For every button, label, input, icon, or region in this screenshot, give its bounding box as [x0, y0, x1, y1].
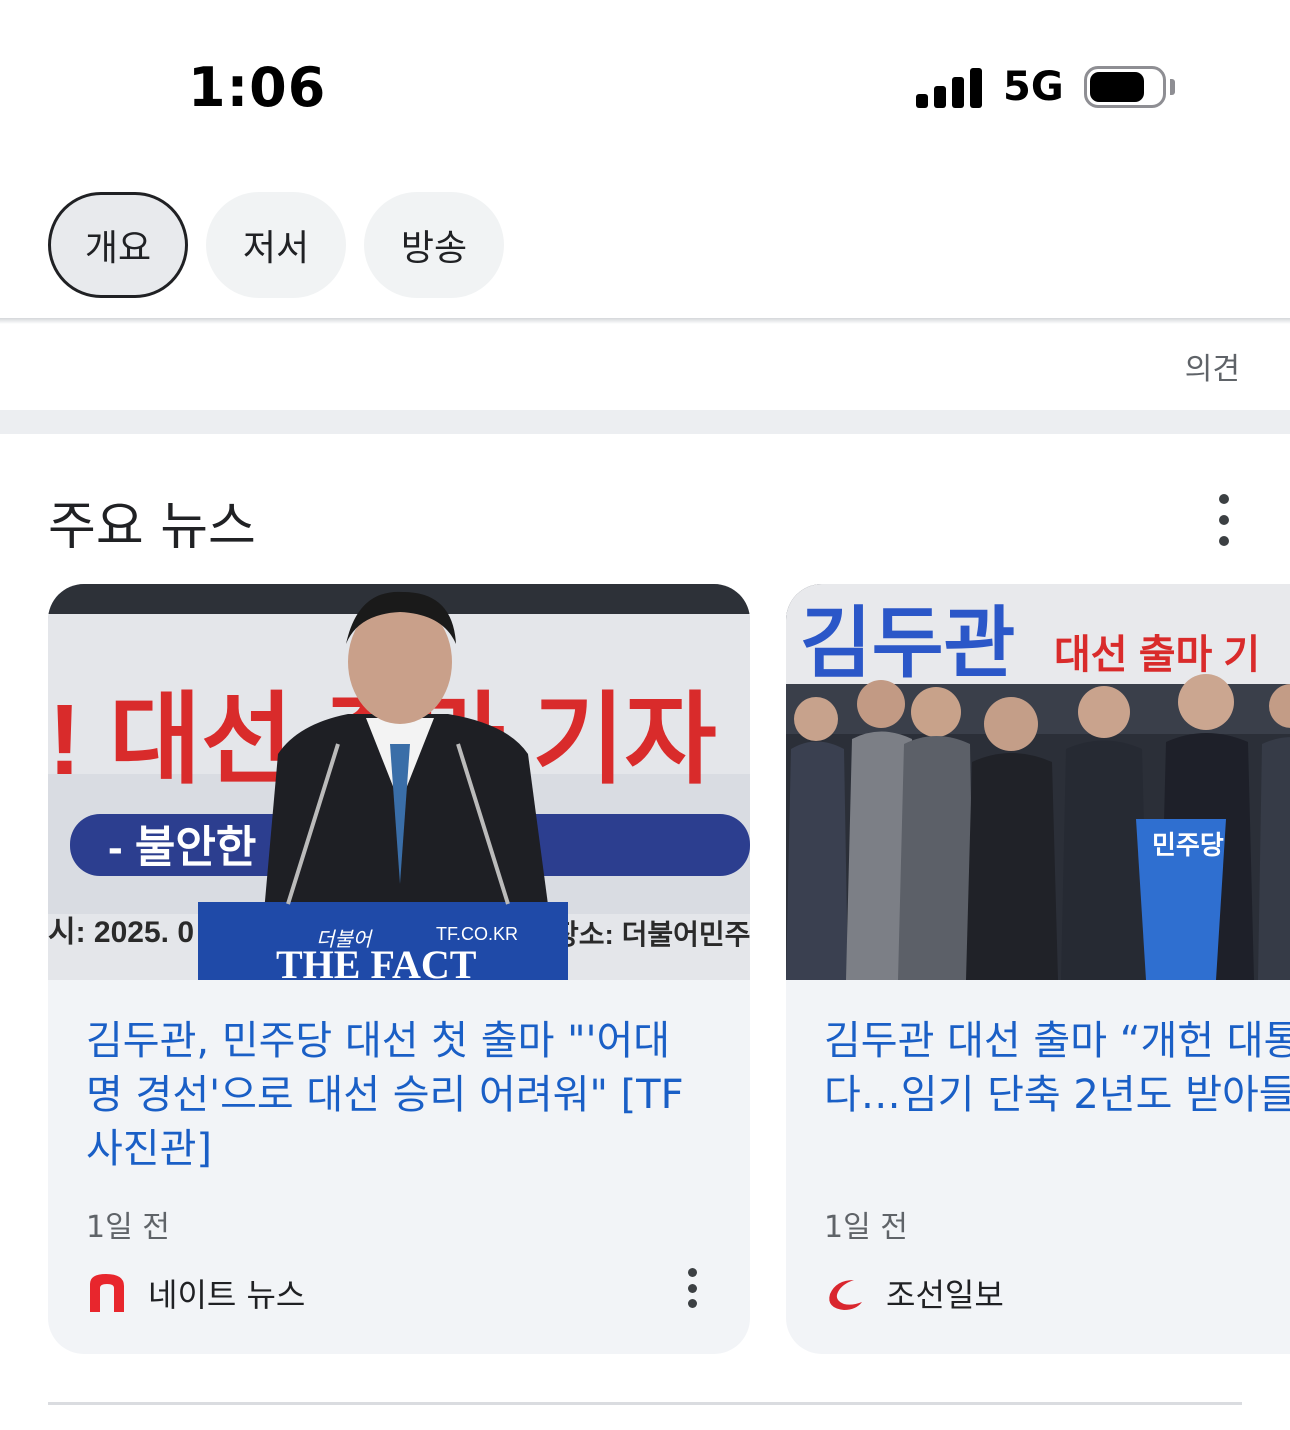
more-vert-icon[interactable]: [1214, 490, 1234, 550]
signal-icon: [916, 68, 982, 108]
network-type: 5G: [1003, 64, 1064, 110]
news-time: 1일 전: [86, 1210, 170, 1245]
podium-logo: THE FACT: [276, 942, 477, 980]
news-thumbnail: ! 대선 출마 기자 - 불안한 … 김두관! - 시: 2025. 0 장소:…: [48, 584, 750, 980]
news-card[interactable]: 김두관 대선 출마 기 민주당 김두관 대선 출마 “개헌 대통 다…임기 단축…: [786, 584, 1290, 1354]
news-time: 1일 전: [824, 1210, 908, 1245]
news-source[interactable]: 네이트 뉴스: [86, 1270, 305, 1316]
battery-icon: [1084, 66, 1175, 108]
news-thumbnail: 김두관 대선 출마 기 민주당: [786, 584, 1290, 980]
headline-line: 사진관]: [86, 1126, 213, 1172]
news-headline[interactable]: 김두관, 민주당 대선 첫 출마 "'어대 명 경선'으로 대선 승리 어려워"…: [86, 1014, 726, 1176]
chip-overview[interactable]: 개요: [48, 192, 188, 298]
headline-line: 명 경선'으로 대선 승리 어려워" [TF: [86, 1072, 684, 1118]
feedback-link[interactable]: 의견: [1185, 344, 1240, 388]
banner-place: 장소: 더불어민주: [553, 919, 750, 950]
header-shadow: [0, 318, 1290, 324]
chip-books[interactable]: 저서: [206, 192, 346, 298]
news-headline[interactable]: 김두관 대선 출마 “개헌 대통 다…임기 단축 2년도 받아들: [824, 1014, 1290, 1122]
podium-label: 민주당: [1152, 830, 1224, 860]
banner-date: 시: 2025. 0: [48, 916, 194, 949]
news-source-name: 조선일보: [886, 1276, 1004, 1314]
nate-logo-icon: [90, 1274, 124, 1312]
chosun-logo-icon: [829, 1280, 862, 1310]
headline-line: 김두관 대선 출마 “개헌 대통: [824, 1018, 1290, 1064]
section-divider: [0, 410, 1290, 434]
status-time: 1:06: [188, 56, 327, 119]
banner-rest: 대선 출마 기: [1054, 633, 1260, 677]
more-vert-icon[interactable]: [684, 1264, 700, 1312]
section-title: 주요 뉴스: [48, 497, 256, 557]
headline-line: 김두관, 민주당 대선 첫 출마 "'어대: [86, 1018, 671, 1064]
news-source[interactable]: 조선일보: [824, 1270, 1004, 1316]
chip-broadcast[interactable]: 방송: [364, 192, 504, 298]
filter-chips: 개요 저서 방송: [48, 192, 504, 298]
news-card[interactable]: ! 대선 출마 기자 - 불안한 … 김두관! - 시: 2025. 0 장소:…: [48, 584, 750, 1354]
status-bar: 1:06 5G: [0, 0, 1290, 170]
section-bottom-divider: [48, 1402, 1242, 1405]
headline-line: 다…임기 단축 2년도 받아들: [824, 1072, 1290, 1118]
news-source-name: 네이트 뉴스: [148, 1276, 306, 1314]
podium-small: TF.CO.KR: [436, 924, 518, 944]
banner-name: 김두관: [800, 599, 1015, 687]
